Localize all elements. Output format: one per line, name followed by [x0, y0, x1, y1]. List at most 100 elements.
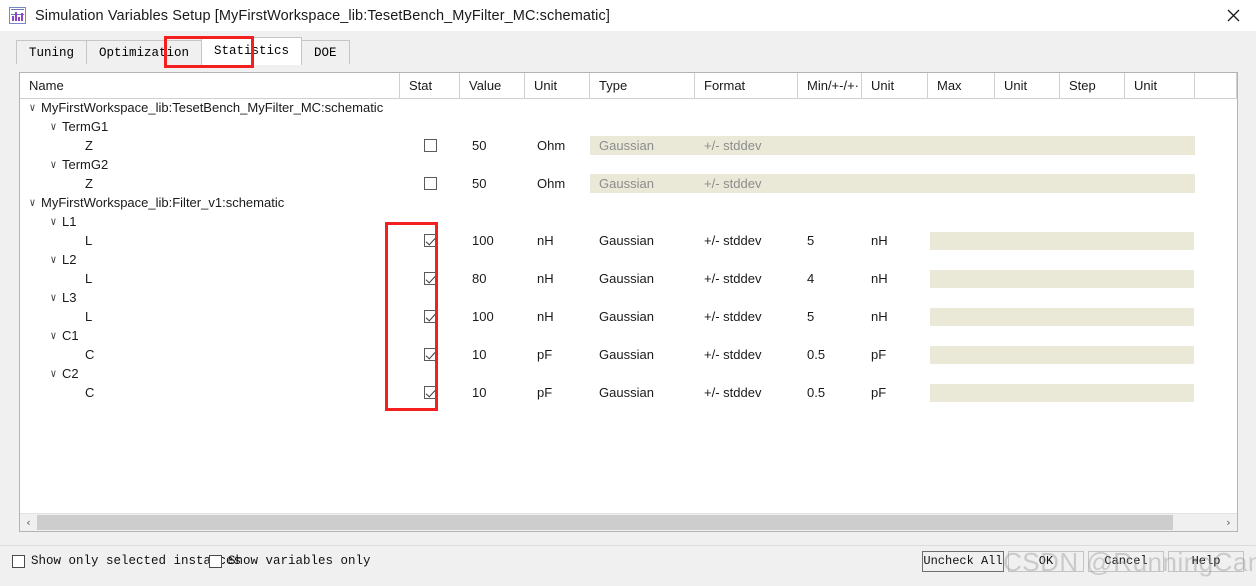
- uncheck-button[interactable]: Uncheck All: [922, 551, 1004, 572]
- chevron-down-icon[interactable]: ∨: [50, 250, 61, 269]
- max-step-input-field[interactable]: [930, 308, 1194, 326]
- min-cell[interactable]: [807, 174, 862, 193]
- tab-doe[interactable]: DOE: [301, 40, 350, 65]
- unit-cell[interactable]: nH: [537, 231, 590, 250]
- tree-group-row[interactable]: ∨ C1: [20, 326, 1237, 345]
- format-cell[interactable]: +/- stddev: [704, 231, 798, 250]
- min-unit-cell[interactable]: [871, 136, 928, 155]
- stat-checkbox[interactable]: [423, 234, 437, 247]
- table-row[interactable]: L 100 nH Gaussian +/- stddev 5 nH: [20, 231, 1237, 250]
- value-cell[interactable]: 80: [472, 269, 525, 288]
- value-cell[interactable]: 100: [472, 307, 525, 326]
- tree-group-row[interactable]: ∨ L2: [20, 250, 1237, 269]
- value-cell[interactable]: 50: [472, 174, 525, 193]
- max-step-input-field[interactable]: [930, 232, 1194, 250]
- type-cell[interactable]: Gaussian: [599, 307, 695, 326]
- value-cell[interactable]: 10: [472, 383, 525, 402]
- stat-checkbox[interactable]: [423, 177, 437, 190]
- column-header-format-5[interactable]: Format: [695, 73, 798, 98]
- min-unit-cell[interactable]: nH: [871, 307, 928, 326]
- format-cell[interactable]: +/- stddev: [704, 174, 798, 193]
- unit-cell[interactable]: pF: [537, 383, 590, 402]
- tab-tuning[interactable]: Tuning: [16, 40, 88, 65]
- min-cell[interactable]: 4: [807, 269, 862, 288]
- help-button[interactable]: Help: [1168, 551, 1244, 572]
- format-cell[interactable]: +/- stddev: [704, 345, 798, 364]
- unit-cell[interactable]: nH: [537, 269, 590, 288]
- column-header-unit-9[interactable]: Unit: [995, 73, 1060, 98]
- column-header-min-6[interactable]: Min/+-/+·: [798, 73, 862, 98]
- min-cell[interactable]: 0.5: [807, 383, 862, 402]
- horizontal-scrollbar[interactable]: ‹ ›: [20, 513, 1237, 531]
- tree-group-row[interactable]: ∨ TermG1: [20, 117, 1237, 136]
- min-cell[interactable]: [807, 136, 862, 155]
- footer-checkbox-0[interactable]: Show only selected instances: [12, 554, 241, 568]
- min-cell[interactable]: 0.5: [807, 345, 862, 364]
- format-cell[interactable]: +/- stddev: [704, 269, 798, 288]
- unit-cell[interactable]: Ohm: [537, 136, 590, 155]
- stat-checkbox[interactable]: [423, 348, 437, 361]
- min-unit-cell[interactable]: nH: [871, 269, 928, 288]
- chevron-down-icon[interactable]: ∨: [50, 326, 61, 345]
- format-cell[interactable]: +/- stddev: [704, 383, 798, 402]
- table-row[interactable]: C 10 pF Gaussian +/- stddev 0.5 pF: [20, 383, 1237, 402]
- max-step-input-field[interactable]: [930, 346, 1194, 364]
- column-header-value-2[interactable]: Value: [460, 73, 525, 98]
- stat-checkbox[interactable]: [423, 139, 437, 152]
- ok-button[interactable]: OK: [1008, 551, 1084, 572]
- column-header-unit-3[interactable]: Unit: [525, 73, 590, 98]
- cancel-button[interactable]: Cancel: [1088, 551, 1164, 572]
- type-cell[interactable]: Gaussian: [599, 345, 695, 364]
- chevron-down-icon[interactable]: ∨: [29, 98, 40, 117]
- min-unit-cell[interactable]: pF: [871, 345, 928, 364]
- tree-group-row[interactable]: ∨ MyFirstWorkspace_lib:Filter_v1:schemati…: [20, 193, 1237, 212]
- format-cell[interactable]: +/- stddev: [704, 307, 798, 326]
- column-header-blank-12[interactable]: [1195, 73, 1237, 98]
- column-header-type-4[interactable]: Type: [590, 73, 695, 98]
- column-header-unit-7[interactable]: Unit: [862, 73, 928, 98]
- type-cell[interactable]: Gaussian: [599, 231, 695, 250]
- value-cell[interactable]: 100: [472, 231, 525, 250]
- value-cell[interactable]: 10: [472, 345, 525, 364]
- column-header-step-10[interactable]: Step: [1060, 73, 1125, 98]
- stat-checkbox[interactable]: [423, 310, 437, 323]
- unit-cell[interactable]: nH: [537, 307, 590, 326]
- min-unit-cell[interactable]: nH: [871, 231, 928, 250]
- format-cell[interactable]: +/- stddev: [704, 136, 798, 155]
- type-cell[interactable]: Gaussian: [599, 383, 695, 402]
- min-unit-cell[interactable]: pF: [871, 383, 928, 402]
- checkbox-box[interactable]: [12, 554, 25, 568]
- tree-group-row[interactable]: ∨ L3: [20, 288, 1237, 307]
- tree-group-row[interactable]: ∨ C2: [20, 364, 1237, 383]
- scroll-left-arrow-icon[interactable]: ‹: [20, 514, 37, 531]
- tree-group-row[interactable]: ∨ MyFirstWorkspace_lib:TesetBench_MyFilte…: [20, 98, 1237, 117]
- type-cell[interactable]: Gaussian: [599, 174, 695, 193]
- table-row[interactable]: Z 50 Ohm Gaussian +/- stddev: [20, 136, 1237, 155]
- table-row[interactable]: L 80 nH Gaussian +/- stddev 4 nH: [20, 269, 1237, 288]
- tab-statistics[interactable]: Statistics: [201, 37, 303, 65]
- table-row[interactable]: C 10 pF Gaussian +/- stddev 0.5 pF: [20, 345, 1237, 364]
- column-header-unit-11[interactable]: Unit: [1125, 73, 1195, 98]
- type-cell[interactable]: Gaussian: [599, 269, 695, 288]
- value-cell[interactable]: 50: [472, 136, 525, 155]
- close-icon[interactable]: [1210, 0, 1256, 31]
- column-header-max-8[interactable]: Max: [928, 73, 995, 98]
- chevron-down-icon[interactable]: ∨: [29, 193, 40, 212]
- stat-checkbox[interactable]: [423, 272, 437, 285]
- chevron-down-icon[interactable]: ∨: [50, 212, 61, 231]
- max-step-input-field[interactable]: [930, 384, 1194, 402]
- unit-cell[interactable]: pF: [537, 345, 590, 364]
- stat-checkbox[interactable]: [423, 386, 437, 399]
- tab-optimization[interactable]: Optimization: [86, 40, 203, 65]
- tree-group-row[interactable]: ∨ TermG2: [20, 155, 1237, 174]
- table-row[interactable]: Z 50 Ohm Gaussian +/- stddev: [20, 174, 1237, 193]
- column-header-stat-1[interactable]: Stat: [400, 73, 460, 98]
- min-cell[interactable]: 5: [807, 307, 862, 326]
- min-unit-cell[interactable]: [871, 174, 928, 193]
- chevron-down-icon[interactable]: ∨: [50, 155, 61, 174]
- chevron-down-icon[interactable]: ∨: [50, 364, 61, 383]
- chevron-down-icon[interactable]: ∨: [50, 288, 61, 307]
- checkbox-box[interactable]: [209, 554, 222, 568]
- table-row[interactable]: L 100 nH Gaussian +/- stddev 5 nH: [20, 307, 1237, 326]
- scroll-right-arrow-icon[interactable]: ›: [1220, 514, 1237, 531]
